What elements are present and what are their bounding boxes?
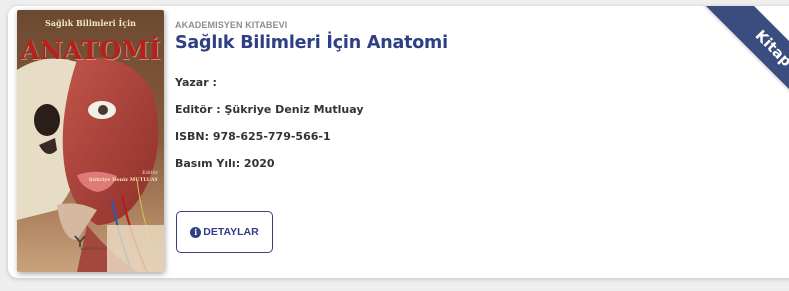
cover-editor-label: Editör (142, 170, 158, 176)
cover-title: ANATOMİ (20, 36, 161, 65)
publisher-logo-text: AKADEMİSYEN (80, 247, 106, 251)
book-isbn: ISBN: 978-625-779-566-1 (175, 130, 331, 143)
publisher-logo: AKADEMİSYEN (73, 234, 113, 251)
book-card: Sağlık Bilimleri İçin ANATOMİ Editör Şük… (8, 6, 789, 278)
book-cover-image[interactable]: Sağlık Bilimleri İçin ANATOMİ Editör Şük… (17, 10, 164, 272)
cover-subtitle: Sağlık Bilimleri İçin (45, 18, 136, 28)
publisher-logo-icon (74, 235, 86, 247)
book-editor: Editör : Şükriye Deniz Mutluay (175, 103, 364, 116)
info-circle-icon: i (190, 226, 202, 238)
cover-editor-name: Şükriye Deniz MUTLUAY (89, 177, 158, 183)
details-button-label: DETAYLAR (203, 226, 259, 238)
category-ribbon: Kitap (700, 6, 789, 122)
book-author: Yazar : (175, 76, 217, 89)
category-ribbon-label: Kitap (751, 27, 789, 71)
publisher-name[interactable]: AKADEMISYEN KITABEVI (175, 20, 448, 30)
book-title[interactable]: Sağlık Bilimleri İçin Anatomi (175, 33, 448, 53)
book-edition-year: Basım Yılı: 2020 (175, 157, 275, 170)
book-info: AKADEMISYEN KITABEVI Sağlık Bilimleri İç… (175, 20, 448, 170)
details-button[interactable]: i DETAYLAR (176, 211, 273, 253)
